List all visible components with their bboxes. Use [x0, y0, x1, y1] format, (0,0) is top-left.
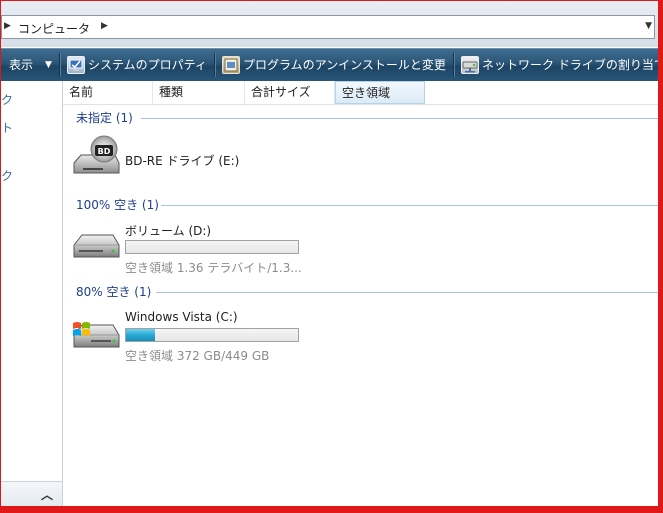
system-properties-button[interactable]: システムのプロパティ: [88, 56, 207, 74]
drive-item-e[interactable]: BD BD-RE ドライブ (E:): [63, 133, 658, 183]
drive-name: ボリューム (D:): [125, 224, 212, 238]
highlight-frame-right: [658, 0, 663, 513]
system-properties-icon: [67, 56, 85, 74]
drive-usage-fill: [126, 329, 156, 341]
toolbar-separator: [59, 53, 61, 77]
group-divider: [156, 292, 658, 293]
group-label: 未指定 (1): [76, 111, 133, 125]
chevron-up-icon[interactable]: ︿: [41, 486, 53, 503]
folders-toggle[interactable]: ︿: [1, 481, 62, 506]
breadcrumb-root-arrow-icon[interactable]: ▶: [4, 21, 11, 31]
nav-link-fragment[interactable]: ト: [1, 119, 13, 136]
uninstall-program-button[interactable]: プログラムのアンインストールと変更: [243, 56, 446, 74]
drive-item-d[interactable]: ボリューム (D:) 空き領域 1.36 テラバイト/1.3...: [63, 219, 658, 275]
group-label: 100% 空き (1): [76, 198, 159, 212]
column-header-total-size[interactable]: 合計サイズ: [245, 81, 335, 104]
toolbar-separator: [453, 53, 455, 77]
windows-drive-icon: [71, 319, 121, 359]
group-divider: [141, 118, 658, 119]
highlight-frame-bottom: [0, 506, 663, 513]
bd-drive-icon: BD: [71, 135, 121, 175]
network-drive-icon: [461, 56, 479, 74]
hard-drive-icon: [71, 231, 121, 271]
column-header-row: 名前 種類 合計サイズ ︿ 空き領域: [63, 81, 658, 105]
command-bar: 表示 ▼ システムのプロパティ プログラムのアンインストールと変更 ネットワーク…: [1, 48, 658, 82]
map-network-drive-button[interactable]: ネットワーク ドライブの割り当て: [482, 56, 658, 74]
sort-indicator-icon: ︿: [378, 81, 386, 90]
address-bar[interactable]: ▶ コンピュータ ▶ ▼: [1, 15, 655, 39]
file-list-pane: 名前 種類 合計サイズ ︿ 空き領域 未指定 (1) BD BD-RE ドライブ…: [63, 81, 658, 506]
nav-link-fragment[interactable]: ク: [1, 91, 13, 108]
breadcrumb-computer[interactable]: コンピュータ: [18, 20, 90, 37]
address-bar-area: ▶ コンピュータ ▶ ▼: [1, 1, 658, 47]
view-dropdown-icon[interactable]: ▼: [45, 56, 52, 74]
group-divider: [161, 205, 658, 206]
drive-name: BD-RE ドライブ (E:): [125, 154, 240, 168]
group-header-unspecified[interactable]: 未指定 (1): [63, 109, 658, 127]
drive-usage-bar: [125, 240, 299, 254]
svg-text:BD: BD: [98, 147, 111, 156]
navigation-pane: ク ト ク ︿: [1, 81, 63, 506]
group-header-100-free[interactable]: 100% 空き (1): [63, 196, 658, 214]
toolbar-separator: [214, 53, 216, 77]
uninstall-program-icon: [222, 56, 240, 74]
column-header-type[interactable]: 種類: [153, 81, 245, 104]
drive-usage-bar: [125, 328, 299, 342]
drive-free-space: 空き領域 1.36 テラバイト/1.3...: [125, 261, 302, 275]
breadcrumb-chevron-icon[interactable]: ▶: [101, 21, 108, 31]
drive-name: Windows Vista (C:): [125, 310, 238, 324]
group-label: 80% 空き (1): [76, 285, 152, 299]
column-header-name[interactable]: 名前: [63, 81, 153, 104]
group-header-80-free[interactable]: 80% 空き (1): [63, 283, 658, 301]
drive-free-space: 空き領域 372 GB/449 GB: [125, 349, 270, 363]
nav-link-fragment[interactable]: ク: [1, 167, 13, 184]
address-dropdown-icon[interactable]: ▼: [645, 21, 652, 31]
drive-item-c[interactable]: Windows Vista (C:) 空き領域 372 GB/449 GB: [63, 307, 658, 363]
view-button[interactable]: 表示: [9, 56, 33, 74]
column-header-free-space[interactable]: ︿ 空き領域: [335, 81, 425, 104]
